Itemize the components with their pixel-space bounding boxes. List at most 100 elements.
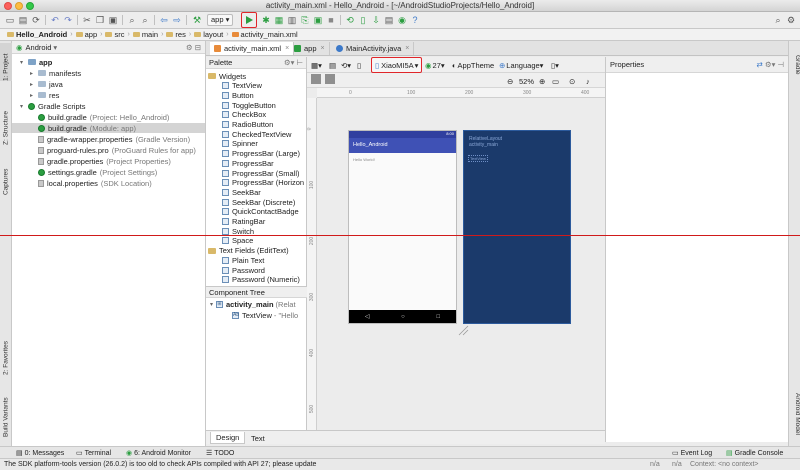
project-tree-item[interactable]: ▸ manifests [12, 68, 205, 78]
copy-icon[interactable]: ❐ [94, 14, 106, 26]
project-tree-item[interactable]: settings.gradle (Project Settings) [12, 167, 205, 177]
help-icon[interactable]: ? [409, 14, 421, 26]
project-tree-item[interactable]: local.properties (SDK Location) [12, 178, 205, 188]
apply-changes-icon[interactable]: ▣ [312, 14, 324, 26]
messages-tool-button[interactable]: ▤ 0: Messages [16, 448, 64, 458]
theme-select[interactable]: ◐ AppTheme [452, 59, 494, 71]
favorites-tool-tab[interactable]: 2: Favorites [0, 325, 12, 375]
run-coverage-icon[interactable]: ▦ [273, 14, 285, 26]
android-monitor-tool-button[interactable]: ◉ 6: Android Monitor [126, 448, 191, 458]
caret-right-icon[interactable]: ▸ [30, 81, 38, 88]
make-project-icon[interactable]: ⚒ [191, 14, 203, 26]
paste-icon[interactable]: ▣ [107, 14, 119, 26]
close-tab-icon[interactable]: × [405, 45, 409, 52]
design-view-toggle-icon[interactable] [311, 74, 321, 84]
palette-widget[interactable]: Space [222, 236, 253, 246]
caret-down-icon[interactable]: ▾ [20, 59, 28, 66]
palette-widget[interactable]: QuickContactBadge [222, 207, 299, 217]
sdk-manager-icon[interactable]: ⇩ [370, 14, 382, 26]
close-tab-icon[interactable]: × [321, 45, 325, 52]
gradle-tool-tab[interactable]: Gradle [789, 55, 800, 85]
palette-widget[interactable]: Password [222, 265, 265, 275]
cut-icon[interactable]: ✂ [81, 14, 93, 26]
stop-icon[interactable]: ■ [325, 14, 337, 26]
redo-icon[interactable]: ↷ [62, 14, 74, 26]
palette-widget[interactable]: Password (Numeric) [222, 275, 300, 285]
save-all-icon[interactable]: ▤ [17, 14, 29, 26]
palette-widget[interactable]: CheckedTextView [222, 129, 291, 139]
terminal-tool-button[interactable]: ▭ Terminal [76, 448, 111, 458]
device-monitor-icon[interactable]: ▤ [383, 14, 395, 26]
close-tab-icon[interactable]: × [285, 45, 289, 52]
structure-tool-tab[interactable]: Z: Structure [0, 95, 12, 145]
breadcrumb-item[interactable]: Hello_Android [4, 30, 70, 39]
palette-widget[interactable]: ProgressBar (Small) [222, 168, 300, 178]
build-variants-tool-tab[interactable]: Build Variants [0, 385, 12, 437]
tab-design[interactable]: Design [210, 432, 246, 444]
search-everywhere-icon[interactable]: ⌕ [772, 14, 784, 26]
pan-icon[interactable]: ⊙ [569, 75, 575, 87]
palette-widget[interactable]: Spinner [222, 139, 258, 149]
palette-widget[interactable]: Button [222, 90, 254, 100]
sync-icon[interactable]: ⟳ [30, 14, 42, 26]
blueprint-textview[interactable]: TextView [468, 155, 488, 162]
caret-right-icon[interactable]: ▸ [30, 70, 38, 77]
component-tree-root[interactable]: ▾ ⊞ activity_main (Relat [210, 299, 296, 309]
project-settings-icon[interactable]: ⚙ ⊟ [186, 43, 201, 52]
settings-icon[interactable]: ⚙ [785, 14, 797, 26]
event-log-tool-button[interactable]: ▭ Event Log [672, 448, 712, 458]
project-tree-item[interactable]: ▸ java [12, 79, 205, 89]
zoom-in-icon[interactable]: ⊕ [539, 75, 545, 87]
palette-category[interactable]: Text Fields (EditText) [208, 246, 289, 256]
language-select[interactable]: ⊕ Language ▾ [499, 59, 543, 71]
component-tree-child[interactable]: Ab TextView - "Hello [232, 310, 298, 320]
project-tree-item[interactable]: ▾ Gradle Scripts [12, 101, 205, 111]
layout-variants-icon[interactable]: ▯ [357, 59, 361, 71]
caret-down-icon[interactable]: ▾ [20, 103, 28, 110]
breadcrumb-item[interactable]: main [130, 30, 161, 39]
run-button[interactable] [241, 12, 257, 28]
undo-icon[interactable]: ↶ [49, 14, 61, 26]
breadcrumb-item[interactable]: activity_main.xml [229, 30, 301, 39]
debug-icon[interactable]: ✱ [260, 14, 272, 26]
blueprint-preview[interactable]: RelativeLayout activity_main TextView [463, 130, 571, 324]
caret-right-icon[interactable]: ▸ [30, 92, 38, 99]
orientation-icon[interactable]: ⟲▾ [341, 59, 351, 71]
palette-widget[interactable]: ToggleButton [222, 100, 276, 110]
android-icon[interactable]: ◉ [396, 14, 408, 26]
editor-tab[interactable]: app × [290, 42, 330, 55]
breadcrumb-item[interactable]: layout [191, 30, 226, 39]
palette-widget[interactable]: CheckBox [222, 110, 266, 120]
palette-widget[interactable]: ProgressBar (Horizon [222, 178, 304, 188]
palette-widget[interactable]: TextView [222, 81, 262, 91]
captures-tool-tab[interactable]: Captures [0, 155, 12, 195]
zoom-fit-icon[interactable]: ▭ [552, 75, 559, 87]
gradle-console-tool-button[interactable]: ▤ Gradle Console [726, 448, 783, 458]
palette-widget[interactable]: ProgressBar [222, 158, 274, 168]
project-tree-item[interactable]: proguard-rules.pro (ProGuard Rules for ap… [12, 145, 205, 155]
breadcrumb-item[interactable]: res [163, 30, 188, 39]
resize-handle-icon[interactable] [457, 324, 469, 336]
editor-tab[interactable]: MainActivity.java × [332, 42, 415, 55]
properties-settings-icon[interactable]: ⇄ ⚙▾ ⊣ [757, 60, 785, 69]
design-surface-icon[interactable]: ▦▾ [311, 59, 322, 71]
project-tree-item[interactable]: gradle-wrapper.properties (Gradle Version… [12, 134, 205, 144]
zoom-out-icon[interactable]: ⊖ [507, 75, 513, 87]
project-tree-item[interactable]: ▾ app [12, 57, 205, 67]
palette-widget[interactable]: Plain Text [222, 255, 264, 265]
back-icon[interactable]: ⇦ [158, 14, 170, 26]
android-model-tool-tab[interactable]: Android Model [789, 393, 800, 451]
todo-tool-button[interactable]: ☰ TODO [206, 448, 234, 458]
project-tree-item[interactable]: build.gradle (Module: app) [12, 123, 205, 133]
project-tool-tab[interactable]: 1: Project [0, 43, 12, 81]
open-folder-icon[interactable]: ▭ [4, 14, 16, 26]
layout-select-icon[interactable]: ▯▾ [551, 59, 559, 71]
project-tree-item[interactable]: build.gradle (Project: Hello_Android) [12, 112, 205, 122]
forward-icon[interactable]: ⇨ [171, 14, 183, 26]
palette-widget[interactable]: RatingBar [222, 217, 265, 227]
blueprint-toggle-icon[interactable]: ▤ [329, 59, 336, 71]
palette-widget[interactable]: ProgressBar (Large) [222, 149, 300, 159]
breadcrumb-item[interactable]: app [73, 30, 101, 39]
gradle-sync-icon[interactable]: ⟲ [344, 14, 356, 26]
design-canvas[interactable]: 0 100 200 300 400 0 100 200 300 400 500 8:00 Hell… [307, 88, 605, 430]
